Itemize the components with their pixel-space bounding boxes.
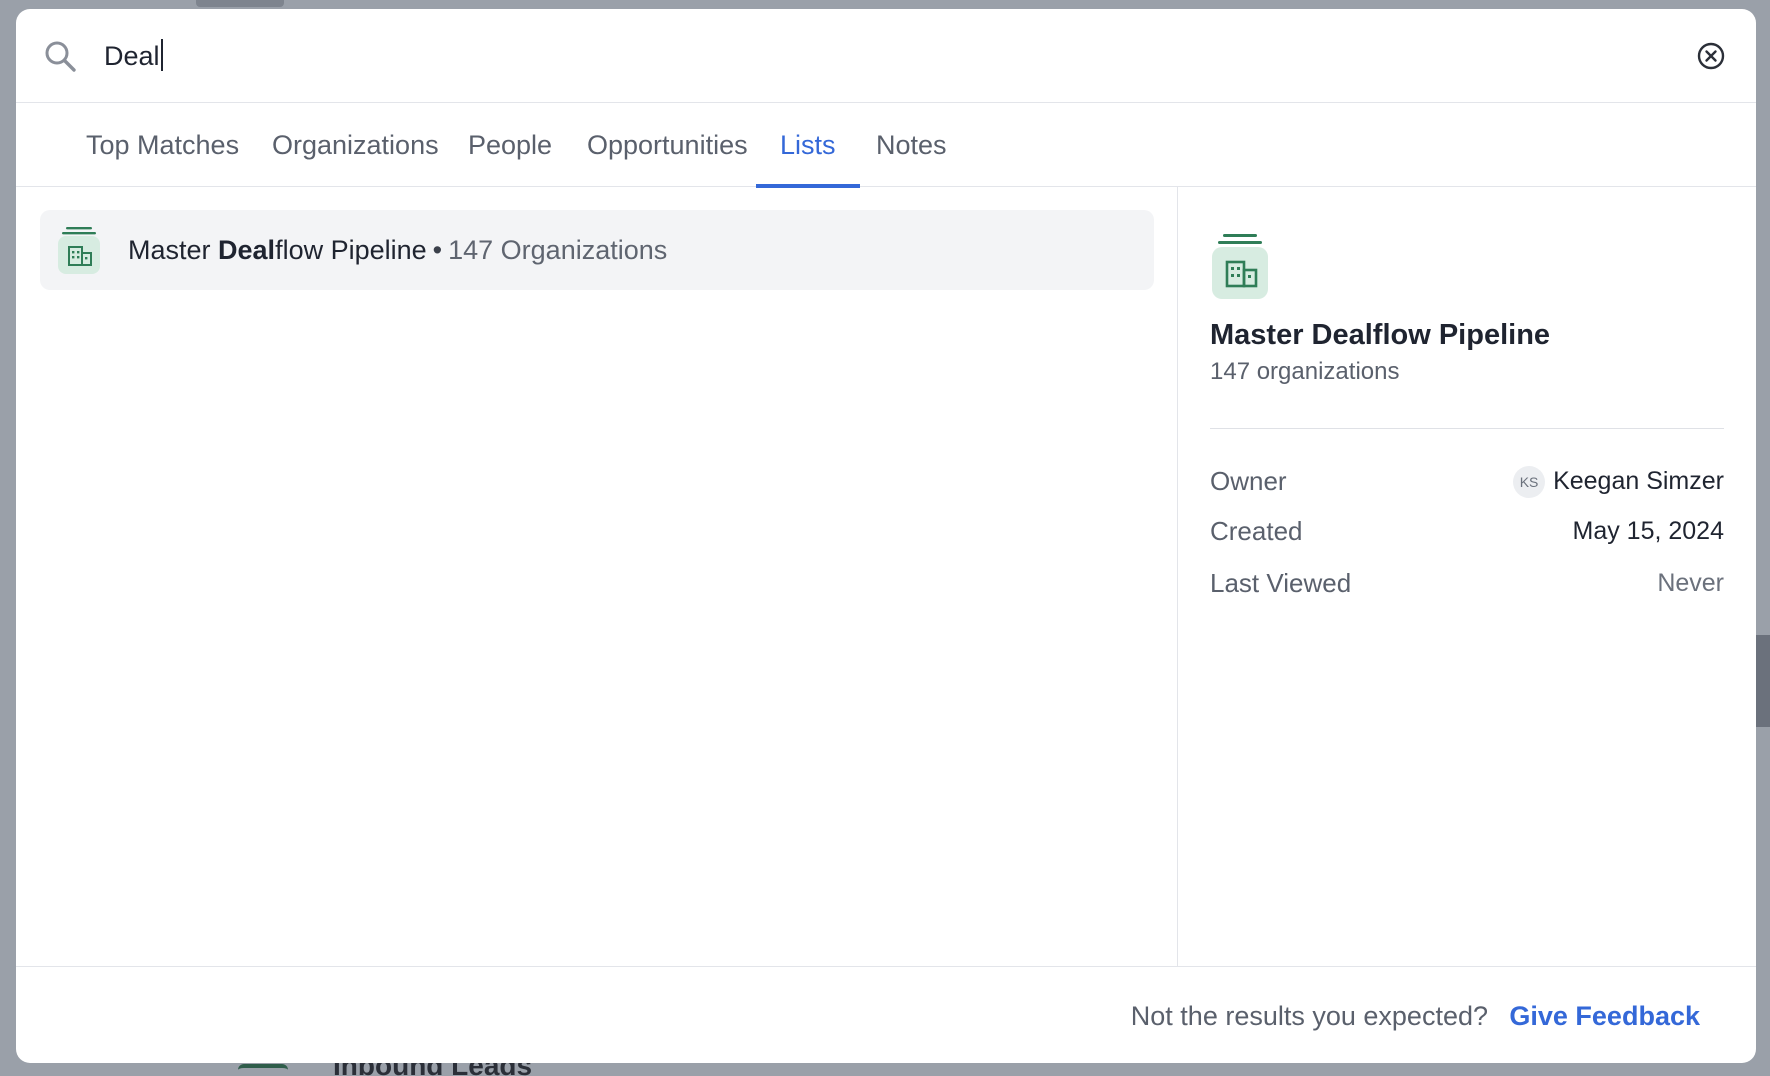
tab-top-matches[interactable]: Top Matches	[62, 103, 263, 187]
result-name-match: Deal	[218, 235, 276, 265]
owner-value[interactable]: KS Keegan Simzer	[1513, 463, 1724, 499]
owner-row: Owner KS Keegan Simzer	[1210, 463, 1724, 503]
owner-label: Owner	[1210, 466, 1287, 496]
list-result-row[interactable]: Master Dealflow Pipeline • 147 Organizatio…	[40, 210, 1154, 290]
modal-footer: Not the results you expected? Give Feedb…	[16, 966, 1756, 1063]
created-value: May 15, 2024	[1572, 517, 1725, 545]
background-scrollbar-hint	[1756, 635, 1770, 727]
result-name-prefix: Master	[128, 235, 219, 265]
owner-name: Keegan Simzer	[1553, 467, 1724, 495]
result-count: 147 Organizations	[448, 235, 668, 265]
tab-organizations[interactable]: Organizations	[248, 103, 463, 187]
tab-lists[interactable]: Lists	[756, 103, 860, 188]
result-type-tabs: Top Matches Organizations People Opportu…	[16, 103, 1756, 188]
clear-search-icon[interactable]	[1696, 41, 1726, 71]
avatar: KS	[1513, 466, 1546, 498]
search-icon	[45, 41, 76, 72]
search-modal: Deal Top Matches Organizations People Op…	[16, 9, 1756, 1063]
search-input[interactable]: Deal	[104, 39, 163, 73]
created-row: Created May 15, 2024	[1210, 513, 1724, 553]
tab-notes[interactable]: Notes	[852, 103, 971, 187]
last-viewed-row: Last Viewed Never	[1210, 565, 1724, 605]
list-organizations-icon	[58, 227, 100, 274]
text-caret	[160, 39, 163, 71]
divider	[1210, 428, 1724, 429]
result-name-suffix: flow Pipeline	[275, 235, 427, 265]
detail-subtitle: 147 organizations	[1210, 358, 1400, 385]
tab-people[interactable]: People	[444, 103, 576, 187]
results-list: Master Dealflow Pipeline • 147 Organizatio…	[16, 187, 1178, 966]
list-detail-pane: Master Dealflow Pipeline 147 organizatio…	[1178, 187, 1756, 966]
list-organizations-icon	[1212, 234, 1268, 299]
search-input-value: Deal	[104, 41, 160, 71]
feedback-prompt: Not the results you expected?	[1130, 1001, 1488, 1031]
last-viewed-value: Never	[1657, 569, 1724, 597]
background-tab-hint	[196, 0, 284, 7]
list-result-label: Master Dealflow Pipeline • 147 Organizatio…	[128, 233, 667, 267]
result-separator: •	[432, 235, 443, 265]
give-feedback-link[interactable]: Give Feedback	[1509, 999, 1700, 1033]
background-list-icon	[238, 1064, 288, 1076]
tab-opportunities[interactable]: Opportunities	[563, 103, 772, 187]
search-bar: Deal	[16, 9, 1756, 103]
detail-title: Master Dealflow Pipeline	[1210, 319, 1551, 351]
last-viewed-label: Last Viewed	[1210, 568, 1352, 598]
created-label: Created	[1210, 516, 1303, 546]
